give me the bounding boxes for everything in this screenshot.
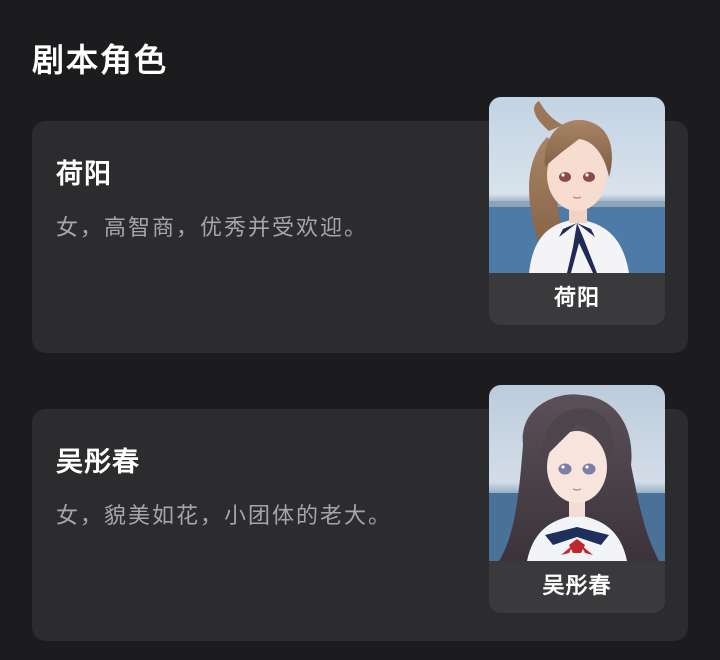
character-name: 吴彤春 [56, 447, 140, 478]
character-avatar-label: 荷阳 [553, 286, 600, 311]
girl-long-dark-hair-avatar-icon [489, 385, 665, 561]
character-description: 女，高智商，优秀并受欢迎。 [56, 216, 369, 241]
character-avatar-label: 吴彤春 [542, 574, 612, 599]
screen: 剧本角色 荷阳 女，高智商，优秀并受欢迎。 荷阳 吴彤春 女，貌美如花，小团体的… [0, 0, 720, 660]
character-description: 女，貌美如花，小团体的老大。 [56, 504, 393, 529]
character-name: 荷阳 [56, 159, 112, 190]
section-title: 剧本角色 [32, 41, 169, 79]
character-avatar-card-wutongchun[interactable]: 吴彤春 [489, 385, 665, 613]
character-avatar-card-heyang[interactable]: 荷阳 [489, 97, 665, 325]
girl-brown-ponytail-avatar-icon [489, 97, 665, 273]
